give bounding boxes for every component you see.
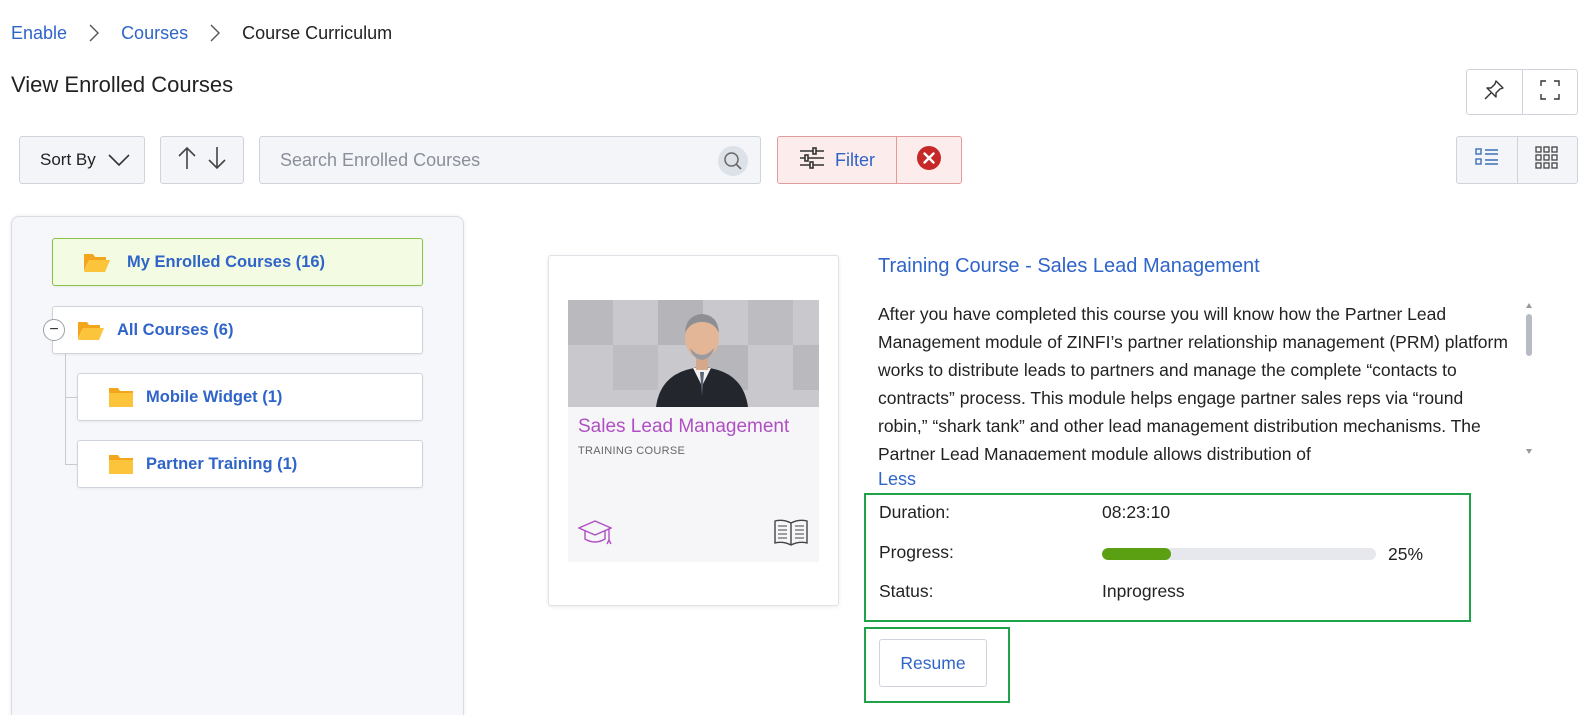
- tree-connector: [65, 337, 66, 465]
- tree-node-label: My Enrolled Courses (16): [127, 252, 326, 271]
- chevron-right-icon: [210, 24, 221, 42]
- tree-node-mobile-widget[interactable]: Mobile Widget (1): [77, 373, 423, 421]
- search-box: [259, 136, 761, 184]
- course-card-type: TRAINING COURSE: [578, 445, 686, 457]
- page-actions: [1466, 69, 1578, 115]
- chevron-right-icon: [89, 24, 100, 42]
- page-title: View Enrolled Courses: [11, 72, 234, 97]
- search-input[interactable]: [260, 137, 700, 183]
- sort-up-icon: [176, 145, 198, 176]
- course-card-title: Sales Lead Management: [578, 416, 790, 437]
- breadcrumb-courses-link[interactable]: Courses: [121, 23, 188, 44]
- chevron-down-icon: [108, 151, 130, 174]
- grid-view-icon: [1535, 145, 1559, 175]
- pin-icon: [1483, 79, 1505, 106]
- list-view-button[interactable]: [1457, 137, 1517, 183]
- tree-connector: [65, 464, 77, 465]
- tree-node-label: Mobile Widget (1): [146, 387, 283, 406]
- graduation-cap-icon: [577, 518, 613, 553]
- tree-node-partner-training[interactable]: Partner Training (1): [77, 440, 423, 488]
- folder-open-icon: [77, 319, 105, 341]
- tree-node-label: All Courses (6): [117, 320, 234, 339]
- clear-filter-button[interactable]: [896, 137, 961, 183]
- tree-node-my-enrolled-courses[interactable]: My Enrolled Courses (16): [52, 238, 423, 286]
- filter-label: Filter: [835, 149, 875, 170]
- course-card[interactable]: Sales Lead Management TRAINING COURSE: [548, 255, 839, 606]
- breadcrumb-enable-link[interactable]: Enable: [11, 23, 67, 44]
- sort-direction-toggle[interactable]: [160, 136, 244, 184]
- scrollbar-thumb[interactable]: [1526, 314, 1532, 356]
- filter-group: Filter: [777, 136, 962, 184]
- show-less-link[interactable]: Less: [878, 469, 916, 490]
- status-label: Status:: [879, 581, 934, 601]
- fullscreen-button[interactable]: [1521, 70, 1578, 114]
- progress-label: Progress:: [879, 542, 954, 562]
- course-card-body: Sales Lead Management TRAINING COURSE: [568, 300, 819, 562]
- sort-by-label: Sort By: [40, 150, 96, 169]
- progress-bar-fill: [1102, 548, 1171, 560]
- folder-icon: [108, 453, 134, 475]
- progress-bar: [1102, 548, 1376, 560]
- view-toggle: [1456, 136, 1578, 184]
- course-stats-panel: Duration: 08:23:10 Progress: 25% Status:…: [864, 493, 1471, 622]
- resume-highlight: Resume: [864, 627, 1010, 703]
- pin-button[interactable]: [1467, 70, 1522, 114]
- course-description: After you have completed this course you…: [878, 304, 1508, 460]
- duration-label: Duration:: [879, 502, 951, 522]
- tree-node-label: Partner Training (1): [146, 454, 298, 473]
- grid-view-button[interactable]: [1516, 137, 1578, 183]
- course-folder-tree: My Enrolled Courses (16) All Courses (6)…: [11, 216, 464, 715]
- list-view-icon: [1475, 147, 1499, 174]
- course-thumbnail: [568, 300, 819, 407]
- folder-open-icon: [83, 251, 111, 273]
- sort-down-icon: [206, 145, 228, 176]
- tree-connector: [65, 397, 77, 398]
- course-description-container: After you have completed this course you…: [878, 300, 1538, 460]
- description-scrollbar[interactable]: [1522, 300, 1536, 458]
- status-value: Inprogress: [1102, 581, 1185, 601]
- folder-icon: [108, 386, 134, 408]
- breadcrumb: Enable Courses Course Curriculum: [11, 20, 392, 46]
- collapse-toggle[interactable]: −: [43, 319, 65, 341]
- progress-percent: 25%: [1388, 544, 1424, 564]
- sort-by-dropdown[interactable]: Sort By: [19, 136, 145, 184]
- clear-filter-icon: [916, 145, 942, 176]
- breadcrumb-current: Course Curriculum: [242, 22, 393, 43]
- search-icon[interactable]: [718, 146, 748, 176]
- filter-sliders-icon: [799, 146, 825, 175]
- resume-button[interactable]: Resume: [879, 639, 987, 687]
- course-title-link[interactable]: Training Course - Sales Lead Management: [878, 255, 1260, 278]
- book-icon: [773, 518, 809, 551]
- duration-value: 08:23:10: [1102, 502, 1171, 522]
- tree-node-all-courses[interactable]: All Courses (6): [52, 306, 423, 354]
- filter-button[interactable]: Filter: [778, 137, 896, 183]
- fullscreen-icon: [1539, 79, 1561, 106]
